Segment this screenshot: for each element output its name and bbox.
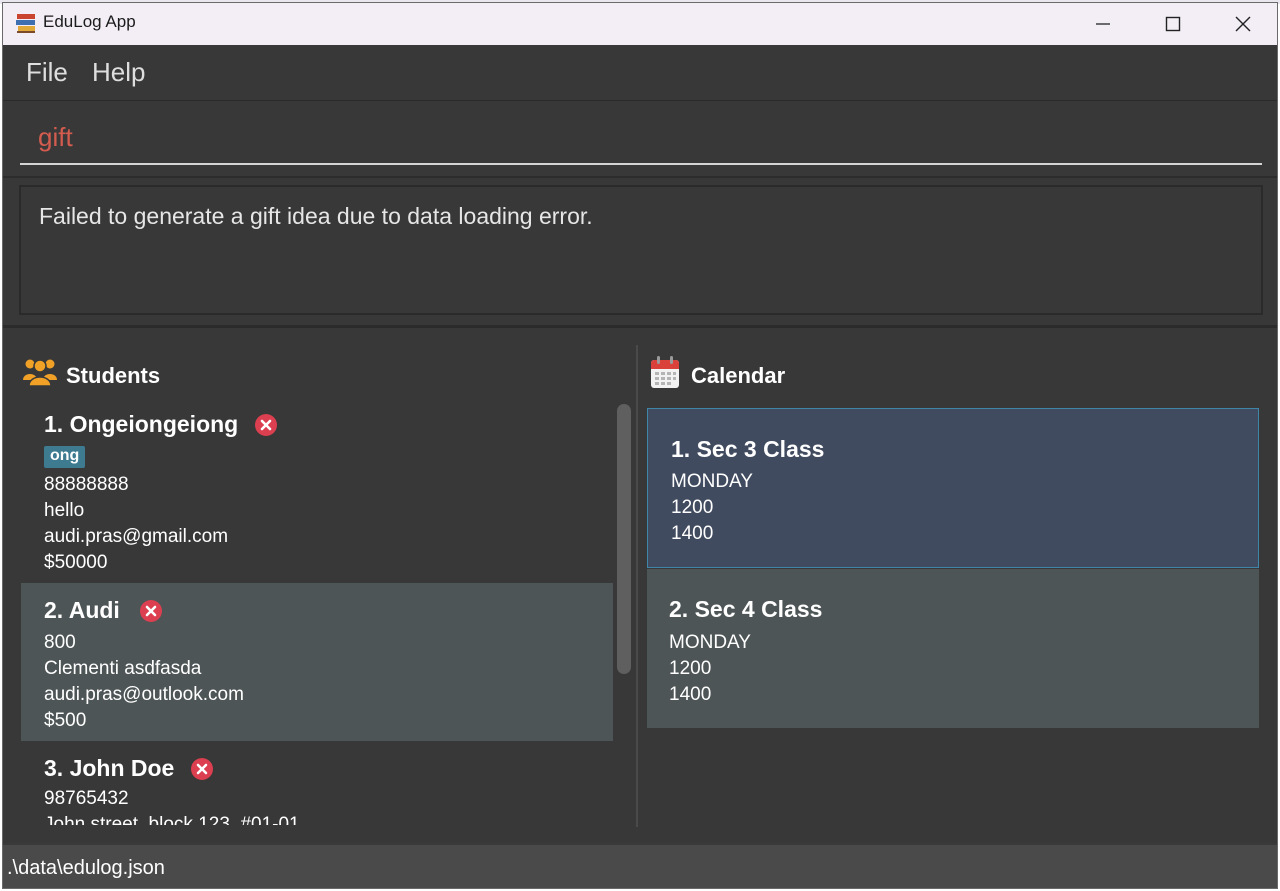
- maximize-icon: [1165, 16, 1181, 32]
- student-name: 1. Ongeiongeiong: [44, 411, 239, 437]
- calendar-icon: [651, 356, 679, 388]
- command-input[interactable]: [20, 111, 1262, 165]
- delete-icon[interactable]: [140, 600, 162, 622]
- save-file-path: .\data\edulog.json: [7, 857, 165, 879]
- maximize-button[interactable]: [1141, 3, 1205, 45]
- lesson-card[interactable]: 2. Sec 4 Class MONDAY 1200 1400: [647, 569, 1259, 728]
- lesson-day: MONDAY: [671, 471, 753, 492]
- window-title: EduLog App: [43, 12, 136, 31]
- student-email: audi.pras@gmail.com: [44, 526, 229, 547]
- close-button[interactable]: [1211, 3, 1275, 45]
- command-area: [3, 101, 1277, 178]
- minimize-button[interactable]: [1071, 3, 1135, 45]
- books-icon: [16, 14, 35, 33]
- student-phone: 98765432: [44, 788, 129, 809]
- lesson-end: 1400: [671, 523, 714, 544]
- status-bar: .\data\edulog.json: [3, 843, 1277, 888]
- student-list[interactable]: 1. Ongeiongeiong ong 88888888 hello audi…: [21, 397, 613, 825]
- student-card[interactable]: 1. Ongeiongeiong ong 88888888 hello audi…: [21, 397, 613, 583]
- edulog-window: EduLog App File Help Failed to generate …: [2, 2, 1278, 889]
- student-name: 3. John Doe: [44, 755, 175, 781]
- lesson-card[interactable]: 1. Sec 3 Class MONDAY 1200 1400: [647, 408, 1259, 568]
- panel-divider: [636, 345, 638, 827]
- student-name: 2. Audi: [44, 597, 120, 623]
- students-title: Students: [66, 363, 161, 388]
- lesson-start: 1200: [669, 658, 712, 679]
- result-message: Failed to generate a gift idea due to da…: [39, 203, 593, 229]
- result-display: Failed to generate a gift idea due to da…: [19, 185, 1263, 315]
- student-address: John street, block 123, #01-01: [44, 814, 300, 825]
- menu-file[interactable]: File: [26, 57, 68, 88]
- minimize-icon: [1096, 23, 1110, 25]
- close-icon: [1235, 16, 1251, 32]
- student-fee: $50000: [44, 552, 108, 573]
- lesson-name: 2. Sec 4 Class: [669, 596, 823, 622]
- student-card[interactable]: 2. Audi 800 Clementi asdfasda audi.pras@…: [21, 583, 613, 741]
- lesson-day: MONDAY: [669, 632, 751, 653]
- delete-icon[interactable]: [191, 758, 213, 780]
- student-address: Clementi asdfasda: [44, 658, 202, 679]
- lesson-start: 1200: [671, 497, 714, 518]
- student-list-scrollbar[interactable]: [617, 404, 631, 674]
- student-phone: 800: [44, 632, 76, 653]
- student-email: audi.pras@outlook.com: [44, 684, 244, 705]
- title-bar[interactable]: EduLog App: [3, 3, 1277, 45]
- calendar-title: Calendar: [691, 363, 786, 388]
- student-phone: 88888888: [44, 474, 129, 495]
- student-address: hello: [44, 500, 85, 521]
- menu-bar: File Help: [3, 45, 1277, 101]
- lesson-end: 1400: [669, 684, 712, 705]
- people-icon: [23, 359, 57, 387]
- menu-help[interactable]: Help: [92, 57, 145, 88]
- divider: [3, 325, 1277, 328]
- delete-icon[interactable]: [255, 414, 277, 436]
- student-tag: ong: [44, 446, 86, 468]
- student-card[interactable]: 3. John Doe 98765432 John street, block …: [21, 741, 613, 825]
- lesson-name: 1. Sec 3 Class: [671, 436, 825, 462]
- student-fee: $500: [44, 710, 87, 731]
